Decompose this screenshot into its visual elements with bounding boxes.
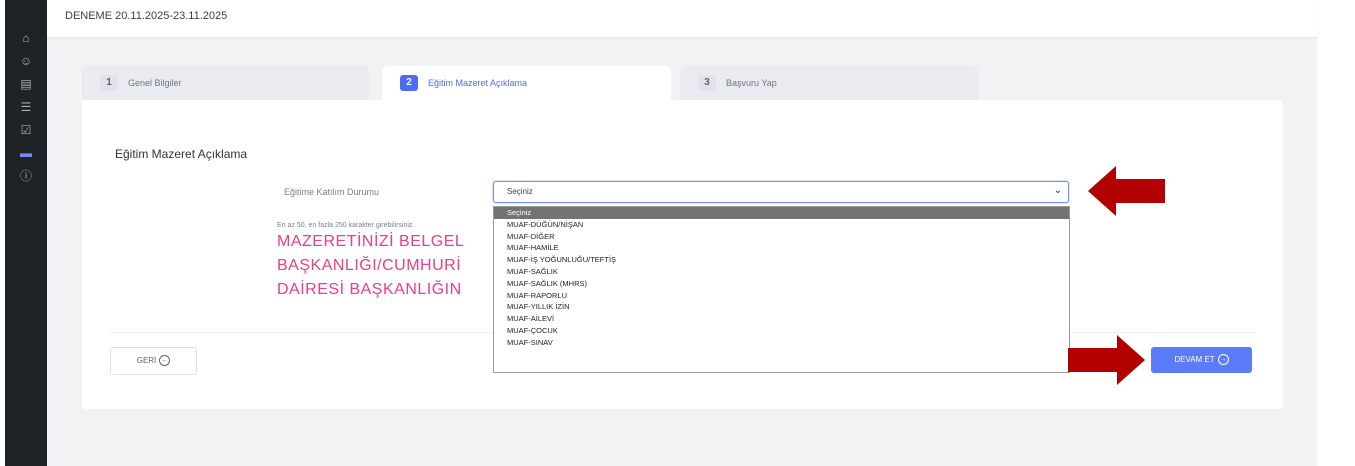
dropdown-option[interactable]: MUAF-RAPORLU [494, 290, 1069, 302]
back-button[interactable]: GERİ ← [110, 347, 197, 375]
tab-label: Eğitim Mazeret Açıklama [428, 78, 528, 88]
tab-label: Genel Bilgiler [128, 78, 182, 88]
dropdown-option[interactable]: MUAF-HAMİLE [494, 242, 1069, 254]
section-title: Eğitim Mazeret Açıklama [115, 147, 248, 161]
dropdown-option[interactable]: MUAF-ÇOCUK [494, 325, 1069, 337]
dropdown-option[interactable]: MUAF-DÜĞÜN/NİŞAN [494, 219, 1069, 231]
continue-button[interactable]: DEVAM ET → [1151, 347, 1252, 373]
back-button-label: GERİ [136, 356, 157, 365]
page-title: DENEME 20.11.2025-23.11.2025 [65, 10, 228, 22]
tab-number: 1 [100, 75, 118, 91]
dropdown-option[interactable]: Seçiniz [494, 207, 1069, 219]
dropdown-option[interactable]: MUAF-AİLEVİ [494, 313, 1069, 325]
tab-egitim-mazeret[interactable]: 2 Eğitim Mazeret Açıklama [382, 66, 671, 100]
warning-text-line: DAİRESİ BAŞKANLIĞIN [277, 281, 462, 298]
participation-select[interactable]: Seçiniz ⌄ [493, 181, 1069, 203]
tab-basvuru-yap[interactable]: 3 Başvuru Yap [680, 66, 978, 100]
dropdown-option[interactable]: MUAF-İŞ YOĞUNLUĞU/TEFTİŞ [494, 254, 1069, 266]
topbar: DENEME 20.11.2025-23.11.2025 [47, 0, 1317, 37]
warning-text-line: MAZERETİNİZİ BELGEL [277, 233, 465, 250]
tab-number: 3 [698, 75, 716, 91]
participation-dropdown-list[interactable]: Seçiniz MUAF-DÜĞÜN/NİŞAN MUAF-DİĞER MUAF… [493, 206, 1070, 373]
help-icon[interactable]: ⓘ [17, 169, 35, 183]
select-value: Seçiniz [507, 187, 533, 196]
user-check-icon[interactable]: ☺ [17, 54, 35, 68]
arrow-left-circle-icon: ← [159, 355, 171, 367]
tab-label: Başvuru Yap [726, 78, 777, 88]
dropdown-option[interactable]: MUAF-SINAV [494, 337, 1069, 349]
warning-text-line: BAŞKANLIĞI/CUMHURİ [277, 257, 462, 274]
checkbox-icon[interactable]: ☑ [17, 123, 35, 137]
tab-genel-bilgiler[interactable]: 1 Genel Bilgiler [82, 66, 369, 100]
card-icon[interactable]: ▬ [17, 146, 35, 160]
arrow-right-circle-icon: → [1217, 354, 1229, 366]
sidebar: ⌂ ☺ ▤ ☰ ☑ ▬ ⓘ [5, 0, 47, 466]
annotation-arrow-left [1088, 166, 1165, 216]
home-icon[interactable]: ⌂ [17, 31, 35, 45]
dropdown-option[interactable]: MUAF-SAĞLIK (MHRS) [494, 278, 1069, 290]
dropdown-option[interactable]: MUAF-SAĞLIK [494, 266, 1069, 278]
continue-button-label: DEVAM ET [1174, 355, 1215, 364]
clipboard-icon[interactable]: ☰ [17, 100, 35, 114]
dropdown-option[interactable]: MUAF-DİĞER [494, 231, 1069, 243]
dropdown-option[interactable]: MUAF-YILLIK İZİN [494, 301, 1069, 313]
tab-number: 2 [400, 75, 418, 91]
participation-label: Eğitime Katılım Durumu [284, 187, 380, 197]
id-card-icon[interactable]: ▤ [17, 77, 35, 91]
character-hint: En az 50, en fazla 250 karakter girebili… [277, 222, 415, 229]
chevron-down-icon: ⌄ [1053, 185, 1062, 196]
annotation-arrow-right [1068, 335, 1145, 385]
